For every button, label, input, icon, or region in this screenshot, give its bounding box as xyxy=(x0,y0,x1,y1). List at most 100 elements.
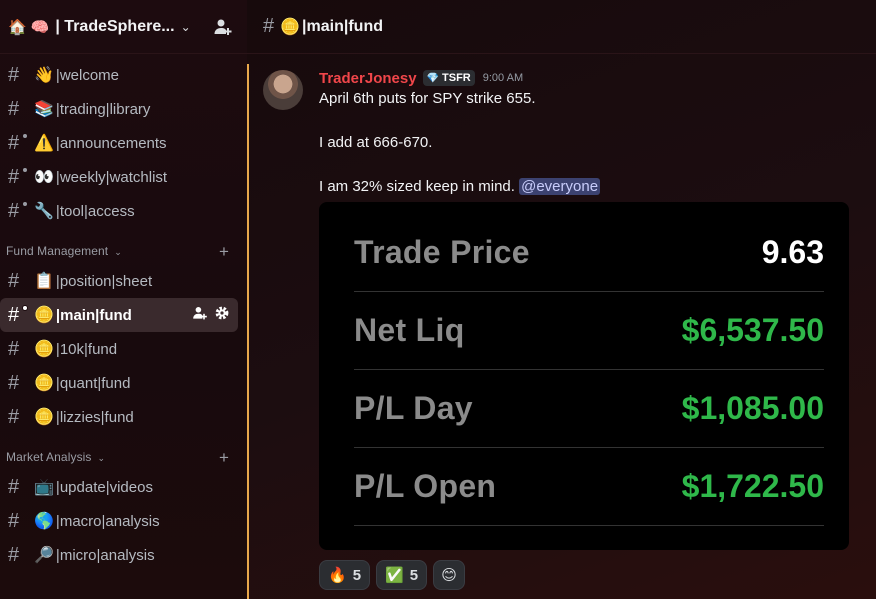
coin-emoji-icon: 🪙 xyxy=(34,341,54,358)
chevron-down-icon[interactable]: ⌄ xyxy=(181,20,191,34)
category-label: Market Analysis xyxy=(6,450,92,464)
channel-position-sheet[interactable]: # 📋 |position|sheet xyxy=(0,264,239,298)
trade-value: $1,085.00 xyxy=(681,390,824,426)
channel-trading-library[interactable]: # 📚 |trading|library xyxy=(0,92,239,126)
channel-name: |tool|access xyxy=(55,202,135,220)
trade-value: $6,537.50 xyxy=(681,312,824,348)
home-emoji-icon: 🏠 xyxy=(8,18,27,36)
channel-name: |micro|analysis xyxy=(55,546,155,564)
trade-label: Trade Price xyxy=(354,234,530,270)
category-market-analysis[interactable]: Market Analysis ⌄ + xyxy=(0,434,247,470)
channel-micro-analysis[interactable]: # 🔎 |micro|analysis xyxy=(0,538,239,572)
create-channel-icon[interactable]: + xyxy=(219,243,229,260)
channel-name: |announcements xyxy=(55,134,167,152)
channel-name: |lizzies|fund xyxy=(55,408,134,426)
message-line: April 6th puts for SPY strike 655. xyxy=(319,90,536,107)
announcement-hash-icon: # xyxy=(8,166,30,189)
channel-quant-fund[interactable]: # 🪙 |quant|fund xyxy=(0,366,239,400)
smiley-icon: 😊 xyxy=(441,567,457,584)
username[interactable]: TraderJonesy xyxy=(319,70,417,87)
gear-icon[interactable] xyxy=(214,305,230,325)
channel-main-fund[interactable]: # 🪙 |main|fund xyxy=(0,298,238,332)
category-label: Fund Management xyxy=(6,244,109,258)
fire-emoji-icon: 🔥 xyxy=(328,567,347,584)
hash-icon: # xyxy=(8,475,20,498)
trade-label: P/L Open xyxy=(354,468,497,504)
announcement-hash-icon: # xyxy=(8,304,30,327)
message-line: I add at 666-670. xyxy=(319,134,433,151)
wrench-emoji-icon: 🔧 xyxy=(34,203,54,220)
channel-announcements[interactable]: # ⚠️ |announcements xyxy=(0,126,239,160)
wave-emoji-icon: 👋 xyxy=(34,67,54,84)
trade-row-net-liq: Net Liq $6,537.50 xyxy=(354,292,824,370)
channel-macro-analysis[interactable]: # 🌎 |macro|analysis xyxy=(0,504,239,538)
coin-emoji-icon: 🪙 xyxy=(34,375,54,392)
add-reaction-button[interactable]: 😊 xyxy=(433,560,466,590)
coin-emoji-icon: 🪙 xyxy=(280,18,301,36)
message-line: I am 32% sized keep in mind. @everyone xyxy=(319,176,859,198)
channel-lizzies-fund[interactable]: # 🪙 |lizzies|fund xyxy=(0,400,239,434)
category-fund-management[interactable]: Fund Management ⌄ + xyxy=(0,228,247,264)
reaction-count: 5 xyxy=(352,566,362,584)
announcement-hash-icon: # xyxy=(263,15,275,37)
channel-10k-fund[interactable]: # 🪙 |10k|fund xyxy=(0,332,239,366)
books-emoji-icon: 📚 xyxy=(34,101,54,118)
everyone-mention[interactable]: @everyone xyxy=(519,178,601,195)
trade-row-pl-day: P/L Day $1,085.00 xyxy=(354,370,824,448)
hash-icon: # xyxy=(8,405,20,428)
eyes-emoji-icon: 👀 xyxy=(34,169,54,186)
chevron-down-icon: ⌄ xyxy=(114,247,122,257)
hash-icon: # xyxy=(8,509,20,532)
trade-value: $1,722.50 xyxy=(681,468,824,504)
channel-name: |welcome xyxy=(55,66,120,84)
coin-emoji-icon: 🪙 xyxy=(34,307,54,324)
server-tag-badge[interactable]: 💎 TSFR xyxy=(422,70,475,86)
channel-name: |update|videos xyxy=(55,478,153,496)
server-header[interactable]: 🏠 🧠 | TradeSphere... ⌄ xyxy=(0,0,247,54)
channel-name: |trading|library xyxy=(55,100,151,118)
reaction-count: 5 xyxy=(409,566,419,584)
trade-row-price: Trade Price 9.63 xyxy=(354,214,824,292)
server-tag-label: TSFR xyxy=(442,72,471,84)
tv-emoji-icon: 📺 xyxy=(34,479,54,496)
avatar[interactable] xyxy=(263,70,303,110)
channel-welcome[interactable]: # 👋 |welcome xyxy=(0,58,239,92)
message-text: I am 32% sized keep in mind. xyxy=(319,178,515,195)
trade-label: P/L Day xyxy=(354,390,473,426)
announcement-hash-icon: # xyxy=(8,132,30,155)
hash-icon: # xyxy=(8,371,20,394)
reaction-check[interactable]: ✅ 5 xyxy=(376,560,428,590)
timestamp: 9:00 AM xyxy=(482,72,524,84)
channel-header: # 🪙 |main|fund xyxy=(247,0,876,54)
brain-emoji-icon: 🧠 xyxy=(30,18,50,36)
hash-icon: # xyxy=(8,269,20,292)
trade-label: Net Liq xyxy=(354,312,465,348)
channel-name: |quant|fund xyxy=(55,374,131,392)
channel-update-videos[interactable]: # 📺 |update|videos xyxy=(0,470,239,504)
clipboard-emoji-icon: 📋 xyxy=(34,273,54,290)
coin-emoji-icon: 🪙 xyxy=(34,409,54,426)
hash-icon: # xyxy=(8,543,20,566)
trade-value: 9.63 xyxy=(761,234,824,270)
channel-title: |main|fund xyxy=(302,17,383,35)
chat-area: # 🪙 |main|fund TraderJonesy 💎 TSFR 9:00 … xyxy=(247,0,876,599)
channel-name: |10k|fund xyxy=(55,340,118,358)
channel-weekly-watchlist[interactable]: # 👀 |weekly|watchlist xyxy=(0,160,239,194)
hash-icon: # xyxy=(8,63,20,86)
reaction-fire[interactable]: 🔥 5 xyxy=(319,560,371,590)
trade-summary-image[interactable]: Trade Price 9.63 Net Liq $6,537.50 P/L D… xyxy=(319,202,849,550)
hash-icon: # xyxy=(8,97,20,120)
channel-name: |main|fund xyxy=(55,306,132,324)
invite-people-icon[interactable] xyxy=(213,17,233,37)
create-channel-icon[interactable]: + xyxy=(219,449,229,466)
check-emoji-icon: ✅ xyxy=(385,567,404,584)
hash-icon: # xyxy=(8,337,20,360)
unread-accent-line xyxy=(247,64,249,599)
channel-tool-access[interactable]: # 🔧 |tool|access xyxy=(0,194,239,228)
gem-icon: 💎 xyxy=(426,72,440,84)
reactions-bar: 🔥 5 ✅ 5 😊 xyxy=(319,560,466,590)
invite-to-channel-icon[interactable] xyxy=(192,305,208,325)
channel-sidebar: 🏠 🧠 | TradeSphere... ⌄ # 👋 |welcome # 📚 … xyxy=(0,0,247,599)
channel-name: |weekly|watchlist xyxy=(55,168,168,186)
server-name: | TradeSphere... xyxy=(55,17,175,35)
